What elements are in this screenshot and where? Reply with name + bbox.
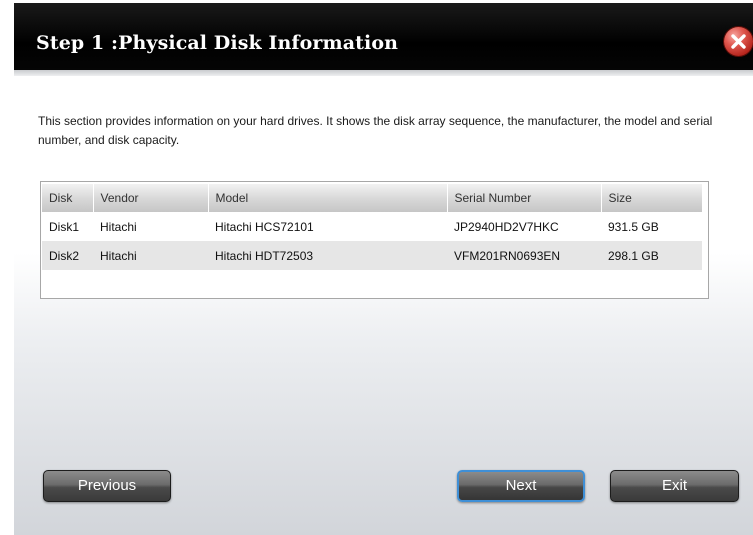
model-cell: Hitachi HDT72503 [208,241,447,270]
size-cell: 298.1 GB [601,241,702,270]
wizard-dialog: Step 1 :Physical Disk Information This s… [14,3,753,535]
serial-number-cell: JP2940HD2V7HKC [454,219,559,234]
model-cell: Hitachi HCS72101 [215,219,314,234]
table-header-row: Disk Vendor Model Serial Number Size [42,184,703,212]
vendor-cell: Hitachi [100,219,137,234]
next-button[interactable]: Next [457,470,585,502]
title-bar-divider [14,70,753,76]
close-button[interactable] [724,27,753,56]
disk-cell: Disk1 [49,219,80,234]
table-row[interactable]: Disk2 Hitachi Hitachi HDT72503 VFM201RN0… [42,241,702,270]
close-icon [731,34,746,49]
serial-number-cell: VFM201RN0693EN [447,241,601,270]
disk-cell: Disk2 [42,241,93,270]
vendor-cell: Hitachi [93,241,208,270]
disk-table-frame: Disk Vendor Model Serial Number Size Dis… [40,181,709,299]
column-header-model[interactable]: Model [208,184,448,212]
column-header-disk[interactable]: Disk [42,184,94,212]
size-cell: 931.5 GB [608,219,659,234]
column-header-vendor[interactable]: Vendor [93,184,209,212]
disk-table: Disk Vendor Model Serial Number Size Dis… [42,184,703,270]
previous-button[interactable]: Previous [43,470,171,502]
column-header-serial-number[interactable]: Serial Number [447,184,602,212]
dialog-title: Step 1 :Physical Disk Information [36,32,399,54]
title-bar: Step 1 :Physical Disk Information [14,3,753,70]
section-description: This section provides information on you… [38,114,713,147]
table-row[interactable]: Disk1 Hitachi Hitachi HCS72101 JP2940HD2… [42,212,702,241]
exit-button[interactable]: Exit [610,470,739,502]
column-header-size[interactable]: Size [601,184,703,212]
